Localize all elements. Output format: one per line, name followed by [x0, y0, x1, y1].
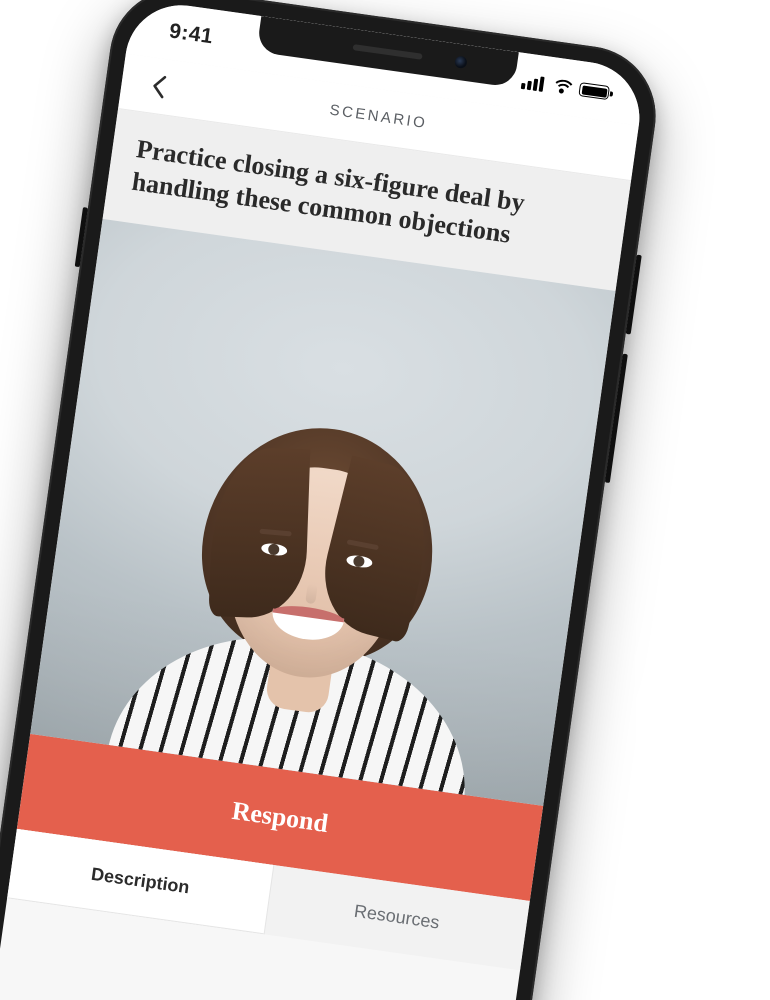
respond-button-label: Respond	[230, 795, 330, 838]
phone-hardware-frame: 9:41 SCENA	[0, 0, 665, 1000]
side-button-icon	[75, 207, 88, 267]
wifi-icon	[551, 78, 573, 96]
tab-label: Description	[90, 864, 191, 899]
scenario-hero-image	[30, 218, 615, 805]
canvas: 9:41 SCENA	[0, 0, 770, 1000]
phone-screen: 9:41 SCENA	[0, 0, 647, 1000]
phone-tilt-wrapper: 9:41 SCENA	[0, 0, 665, 1000]
cellular-signal-icon	[521, 73, 545, 91]
side-button-icon	[605, 354, 628, 483]
battery-icon	[578, 82, 610, 100]
speaker-icon	[353, 44, 423, 60]
side-button-icon	[626, 255, 642, 335]
back-button[interactable]	[142, 69, 176, 103]
nav-title: SCENARIO	[329, 102, 429, 133]
person-avatar-illustration	[103, 368, 518, 805]
status-right-cluster	[521, 73, 610, 100]
tab-label: Resources	[353, 901, 441, 934]
front-camera-icon	[454, 55, 468, 69]
chevron-left-icon	[150, 73, 167, 99]
status-time: 9:41	[168, 19, 215, 49]
